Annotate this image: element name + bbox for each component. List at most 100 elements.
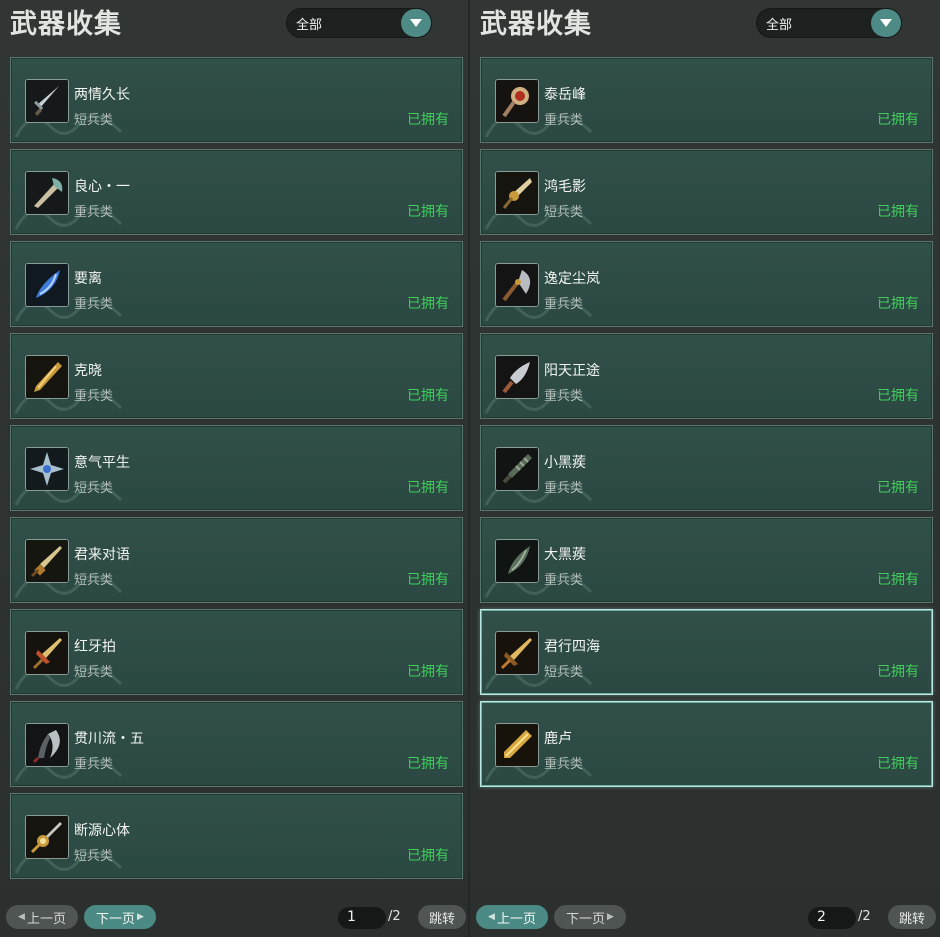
weapon-name: 贯川流・五 [74, 731, 144, 747]
prev-page-button[interactable]: ◀ 上一页 [476, 905, 548, 929]
weapon-type: 重兵类 [544, 389, 584, 404]
weapon-name: 意气平生 [74, 455, 130, 471]
owned-status: 已拥有 [877, 112, 919, 128]
weapon-card[interactable]: 逸定尘岚 重兵类 已拥有 [480, 241, 933, 327]
weapon-card[interactable]: 良心・一 重兵类 已拥有 [10, 149, 463, 235]
weapon-type: 重兵类 [544, 481, 584, 496]
weapon-card[interactable]: 小黑蒺 重兵类 已拥有 [480, 425, 933, 511]
pagination: ◀ 上一页 下一页 ▶ 2 /2 跳转 [470, 905, 940, 931]
chevron-down-icon[interactable] [401, 9, 431, 37]
owned-status: 已拥有 [877, 204, 919, 220]
chevron-left-icon: ◀ [18, 912, 25, 922]
page-title: 武器收集 [10, 9, 122, 40]
weapon-name: 克晓 [74, 363, 102, 379]
weapon-card[interactable]: 鸿毛影 短兵类 已拥有 [480, 149, 933, 235]
weapon-name: 断源心体 [74, 823, 130, 839]
dark-club-icon [495, 447, 539, 491]
weapon-card[interactable]: 君行四海 短兵类 已拥有 [480, 609, 933, 695]
chevron-down-icon[interactable] [871, 9, 901, 37]
owned-status: 已拥有 [877, 756, 919, 772]
fan-blade-icon [495, 171, 539, 215]
weapon-card[interactable]: 阳天正途 重兵类 已拥有 [480, 333, 933, 419]
prev-page-button[interactable]: ◀ 上一页 [6, 905, 78, 929]
weapon-type: 重兵类 [74, 389, 114, 404]
next-page-label: 下一页 [566, 911, 606, 927]
dark-blade-icon [495, 539, 539, 583]
owned-status: 已拥有 [407, 572, 449, 588]
filter-selected-value: 全部 [766, 18, 793, 33]
owned-status: 已拥有 [407, 112, 449, 128]
weapon-name: 大黑蒺 [544, 547, 586, 563]
weapon-type: 重兵类 [544, 757, 584, 772]
weapon-card[interactable]: 大黑蒺 重兵类 已拥有 [480, 517, 933, 603]
weapon-type: 短兵类 [544, 665, 584, 680]
weapon-card[interactable]: 两情久长 短兵类 已拥有 [10, 57, 463, 143]
golden-blade-icon [25, 355, 69, 399]
weapon-type: 短兵类 [74, 849, 114, 864]
chevron-left-icon: ◀ [488, 912, 495, 922]
spiked-star-icon [25, 447, 69, 491]
mace-icon [495, 79, 539, 123]
owned-status: 已拥有 [877, 388, 919, 404]
weapon-name: 两情久长 [74, 87, 130, 103]
filter-selected-value: 全部 [296, 18, 323, 33]
weapon-type: 重兵类 [74, 205, 114, 220]
owned-status: 已拥有 [877, 296, 919, 312]
page-number-input[interactable]: 1 [338, 907, 386, 929]
weapon-type: 短兵类 [74, 573, 114, 588]
weapon-type: 短兵类 [74, 113, 114, 128]
weapon-card[interactable]: 克晓 重兵类 已拥有 [10, 333, 463, 419]
weapon-card[interactable]: 贯川流・五 重兵类 已拥有 [10, 701, 463, 787]
owned-status: 已拥有 [407, 388, 449, 404]
jump-button[interactable]: 跳转 [888, 905, 936, 929]
gold-dagger-icon [495, 631, 539, 675]
weapon-type: 短兵类 [544, 205, 584, 220]
weapon-type: 短兵类 [74, 481, 114, 496]
weapon-list: 两情久长 短兵类 已拥有 良心・一 重兵类 已拥有 要离 重兵类 已拥有 克晓 … [10, 57, 463, 885]
weapon-name: 小黑蒺 [544, 455, 586, 471]
owned-status: 已拥有 [407, 480, 449, 496]
category-filter-dropdown[interactable]: 全部 [756, 8, 902, 38]
weapon-name: 逸定尘岚 [544, 271, 600, 287]
prev-page-label: 上一页 [26, 911, 66, 927]
weapon-name: 鹿卢 [544, 731, 572, 747]
weapon-name: 鸿毛影 [544, 179, 586, 195]
weapon-card[interactable]: 泰岳峰 重兵类 已拥有 [480, 57, 933, 143]
collection-panel-page-2: 武器收集 全部 泰岳峰 重兵类 已拥有 鸿毛影 短兵类 已拥有 逸定尘岚 重兵类… [470, 0, 940, 937]
category-filter-dropdown[interactable]: 全部 [286, 8, 432, 38]
weapon-card[interactable]: 红牙拍 短兵类 已拥有 [10, 609, 463, 695]
weapon-card[interactable]: 断源心体 短兵类 已拥有 [10, 793, 463, 879]
weapon-name: 良心・一 [74, 179, 130, 195]
weapon-card[interactable]: 要离 重兵类 已拥有 [10, 241, 463, 327]
owned-status: 已拥有 [407, 756, 449, 772]
next-page-label: 下一页 [96, 911, 136, 927]
weapon-list: 泰岳峰 重兵类 已拥有 鸿毛影 短兵类 已拥有 逸定尘岚 重兵类 已拥有 阳天正… [480, 57, 933, 793]
jump-button[interactable]: 跳转 [418, 905, 466, 929]
weapon-card[interactable]: 意气平生 短兵类 已拥有 [10, 425, 463, 511]
ornate-dagger-icon [25, 631, 69, 675]
page-title: 武器收集 [480, 9, 592, 40]
next-page-button[interactable]: 下一页 ▶ [554, 905, 626, 929]
dagger-icon [25, 539, 69, 583]
page-number-input[interactable]: 2 [808, 907, 856, 929]
owned-status: 已拥有 [407, 848, 449, 864]
owned-status: 已拥有 [877, 480, 919, 496]
page-total: /2 [388, 909, 401, 924]
weapon-name: 阳天正途 [544, 363, 600, 379]
collection-panel-page-1: 武器收集 全部 两情久长 短兵类 已拥有 良心・一 重兵类 已拥有 要离 重兵类… [0, 0, 470, 937]
ornate-sword-icon [25, 815, 69, 859]
page-total: /2 [858, 909, 871, 924]
next-page-button[interactable]: 下一页 ▶ [84, 905, 156, 929]
weapon-type: 重兵类 [544, 297, 584, 312]
weapon-card[interactable]: 鹿卢 重兵类 已拥有 [480, 701, 933, 787]
panel-header: 武器收集 全部 [0, 0, 470, 46]
weapon-type: 重兵类 [544, 573, 584, 588]
weapon-card[interactable]: 君来对语 短兵类 已拥有 [10, 517, 463, 603]
blue-blade-icon [25, 263, 69, 307]
axe-icon [25, 171, 69, 215]
owned-status: 已拥有 [407, 296, 449, 312]
curved-blade-icon [25, 723, 69, 767]
owned-status: 已拥有 [877, 572, 919, 588]
gold-sword-icon [495, 723, 539, 767]
chevron-right-icon: ▶ [137, 912, 144, 922]
